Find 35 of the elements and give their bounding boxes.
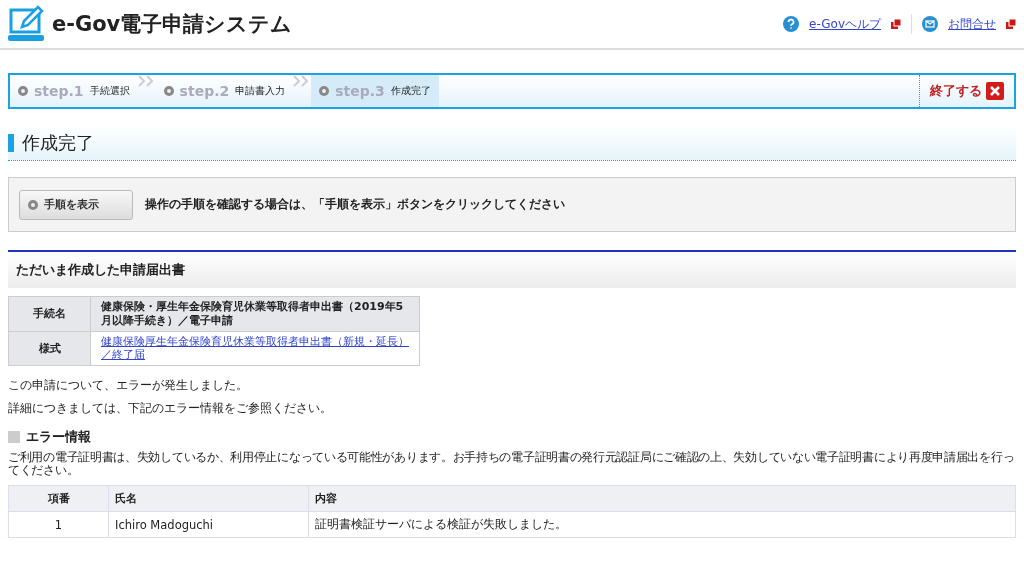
exit-button[interactable]: 終了する: [919, 75, 1014, 107]
heading-marker: [8, 431, 20, 443]
error-text: ご利用の電子証明書は、失効しているか、利用停止になっている可能性があります。お手持ちの電子証明書の発行元認証局にご確認の上、失効していない電子証明書により再度申請届出を行ってください。: [8, 451, 1016, 478]
header-link[interactable]: e-Govヘルプ: [809, 15, 881, 33]
page-title: 作成完了: [22, 130, 94, 155]
external-window-icon: [1006, 19, 1016, 29]
help-icon: [783, 16, 800, 32]
table-cell: 1: [8, 511, 109, 538]
table-cell: 証明書検証サーバによる検証が失敗しました。: [308, 511, 1016, 538]
column-header: 内容: [308, 485, 1016, 512]
message-text: この申請について、エラーが発生しました。: [7, 378, 249, 393]
chevron-icon: [137, 75, 156, 87]
logo-text: e-Gov電子申請システム: [52, 11, 293, 38]
mail-icon: [922, 16, 938, 32]
close-icon: [986, 82, 1004, 100]
ring-icon: [163, 86, 174, 96]
show-steps-button[interactable]: 手順を表示: [19, 189, 133, 220]
step-tab[interactable]: step.3 作成完了: [311, 75, 439, 107]
form-link[interactable]: 健康保険厚生年金保険育児休業等取得者申出書（新規・延長）／終了届: [101, 334, 409, 362]
error-title: エラー情報: [26, 428, 91, 446]
external-window-icon: [891, 19, 901, 29]
table-cell: Ichiro Madoguchi: [108, 511, 309, 538]
ring-icon: [18, 86, 28, 96]
column-header: 項番: [8, 485, 109, 512]
message-text: 詳細につきましては、下記のエラー情報をご参照ください。: [7, 401, 333, 416]
ring-icon: [319, 86, 330, 96]
play-circle-icon: [28, 199, 38, 210]
row-label: 様式: [8, 331, 91, 366]
section-title: ただいま作成した申請届出書: [16, 261, 185, 279]
column-header: 氏名: [108, 485, 309, 512]
header-link[interactable]: お問合せ: [948, 15, 996, 33]
logo-icon: [8, 5, 46, 43]
table-cell: 健康保険・厚生年金保険育児休業等取得者申出書（2019年5月以降手続き）／電子申請: [90, 296, 420, 331]
guide-text: 操作の手順を確認する場合は、「手順を表示」ボタンをクリックしてください: [145, 196, 565, 213]
row-label: 手続名: [8, 296, 91, 331]
